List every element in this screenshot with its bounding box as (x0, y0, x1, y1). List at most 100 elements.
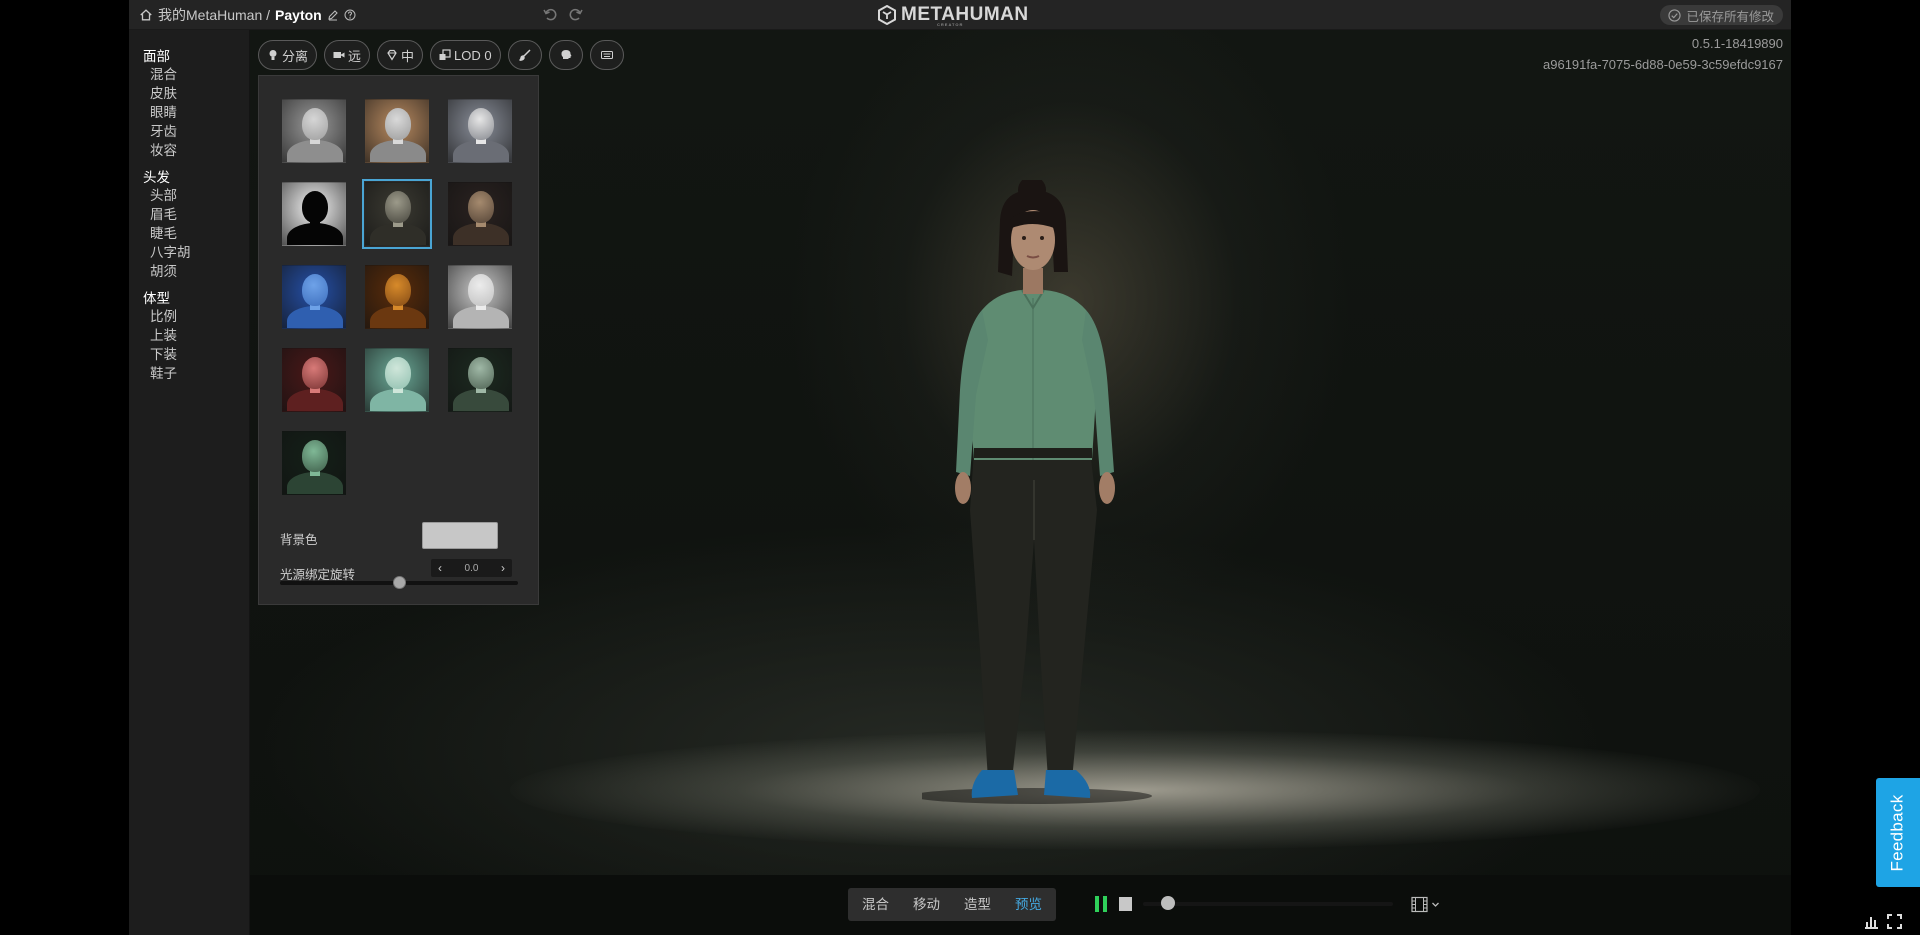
viewport-toolbar: 分离 远 中 LOD 0 (258, 40, 624, 70)
lighting-preset-thumbnail[interactable] (282, 182, 346, 246)
metahuman-character (922, 180, 1152, 804)
lighting-panel: 背景色 光源绑定旋转 ‹ 0.0 › (258, 75, 539, 605)
nav-section-header[interactable]: 面部 (129, 48, 249, 65)
nav-item[interactable]: 混合 (129, 65, 249, 84)
mode-tab[interactable]: 造型 (952, 888, 1003, 921)
diamond-icon (387, 49, 397, 61)
nav-item[interactable]: 皮肤 (129, 84, 249, 103)
pause-bar-left (1095, 896, 1099, 912)
nav-item[interactable]: 八字胡 (129, 243, 249, 262)
lighting-preset-thumbnail[interactable] (365, 99, 429, 163)
metahuman-logo: METAHUMAN CREATOR (877, 4, 1029, 27)
left-nav: 面部 混合 皮肤 眼睛 牙齿 妆容头发 头部 眉毛 睫毛 八字胡 胡须体型 比例 上装 下装 鞋子 (129, 30, 250, 935)
lighting-preset-thumbnail[interactable] (365, 348, 429, 412)
quality-button-label: 中 (401, 48, 415, 64)
help-icon[interactable] (344, 9, 356, 21)
nav-item[interactable]: 下装 (129, 345, 249, 364)
light-rotation-slider[interactable] (280, 576, 518, 589)
save-status-badge: 已保存所有修改 (1660, 5, 1783, 25)
lighting-button-label: 分离 (282, 48, 309, 64)
keyboard-icon (600, 51, 613, 59)
lighting-preset-thumbnail[interactable] (448, 99, 512, 163)
preset-figure-head (468, 191, 494, 223)
edit-icon[interactable] (327, 9, 339, 21)
stats-icon[interactable] (1864, 914, 1879, 929)
preset-figure-head (385, 274, 411, 306)
nav-item[interactable]: 眉毛 (129, 205, 249, 224)
character-viewport[interactable]: 0.5.1-18419890 a96191fa-7075-6d88-0e59-3… (250, 30, 1791, 935)
breadcrumb-home-link[interactable]: 我的MetaHuman / (158, 5, 270, 25)
nav-item[interactable]: 妆容 (129, 141, 249, 160)
fullscreen-icon[interactable] (1887, 914, 1902, 929)
preset-figure-head (468, 108, 494, 140)
lighting-preset-thumbnail[interactable] (448, 348, 512, 412)
lod-button-label: LOD 0 (454, 47, 492, 63)
preset-figure-head (385, 357, 411, 389)
nav-section-header[interactable]: 体型 (129, 290, 249, 307)
lighting-preset-thumbnail[interactable] (448, 265, 512, 329)
redo-icon[interactable] (568, 6, 584, 22)
keyboard-shortcuts-button[interactable] (589, 40, 624, 70)
lighting-preset-thumbnail[interactable] (282, 348, 346, 412)
animation-select-button[interactable] (1411, 894, 1440, 914)
nav-item[interactable]: 鞋子 (129, 364, 249, 383)
lighting-button[interactable]: 分离 (258, 40, 318, 70)
undo-icon[interactable] (542, 6, 558, 22)
feedback-button[interactable]: Feedback (1876, 778, 1920, 887)
quality-button[interactable]: 中 (377, 40, 424, 70)
logo-subtext: CREATOR (937, 22, 964, 27)
top-bar: 我的MetaHuman / Payton METAHUMAN CREATOR 已… (129, 0, 1791, 30)
check-circle-icon (1668, 8, 1682, 22)
nav-item[interactable]: 胡须 (129, 262, 249, 281)
nav-item[interactable]: 上装 (129, 326, 249, 345)
brush-icon (519, 49, 531, 61)
stop-button[interactable] (1119, 897, 1132, 911)
preset-figure-head (385, 108, 411, 140)
lighting-preset-thumbnail[interactable] (282, 99, 346, 163)
lighting-presets (282, 99, 512, 495)
pause-bar-right (1103, 896, 1107, 912)
light-rotation-slider-handle[interactable] (392, 576, 406, 589)
nav-item[interactable]: 眼睛 (129, 103, 249, 122)
nav-item[interactable]: 牙齿 (129, 122, 249, 141)
lighting-preset-thumbnail[interactable] (365, 265, 429, 329)
mode-tab[interactable]: 预览 (1003, 888, 1054, 921)
head-profile-icon (561, 50, 572, 59)
head-view-button[interactable] (548, 40, 583, 70)
preset-figure-head (302, 440, 328, 472)
mode-tab[interactable]: 移动 (901, 888, 952, 921)
camera-button[interactable]: 远 (324, 40, 371, 70)
preset-figure-head (302, 108, 328, 140)
save-status-text: 已保存所有修改 (1686, 9, 1774, 24)
preset-figure-head (385, 191, 411, 223)
preset-figure-head (468, 357, 494, 389)
animation-timeline[interactable] (1143, 896, 1393, 910)
background-color-swatch[interactable] (422, 522, 498, 549)
film-icon (1411, 896, 1428, 912)
lod-button[interactable]: LOD 0 (430, 40, 501, 70)
lighting-preset-thumbnail[interactable] (282, 265, 346, 329)
chevron-left-icon[interactable]: ‹ (431, 561, 449, 575)
sculpt-tool-button[interactable] (507, 40, 542, 70)
lighting-preset-thumbnail[interactable] (282, 431, 346, 495)
lighting-preset-thumbnail[interactable] (448, 182, 512, 246)
pause-button[interactable] (1095, 896, 1111, 913)
mode-tab[interactable]: 混合 (850, 888, 901, 921)
camera-button-label: 远 (348, 48, 362, 64)
light-rotation-stepper: ‹ 0.0 › (431, 559, 512, 577)
nav-section-header[interactable]: 头发 (129, 169, 249, 186)
nav-item[interactable]: 比例 (129, 307, 249, 326)
build-version: 0.5.1-18419890 (1691, 36, 1783, 51)
light-rotation-value[interactable]: 0.0 (465, 563, 479, 574)
logo-text: METAHUMAN (901, 4, 1029, 25)
lighting-preset-thumbnail[interactable] (362, 179, 432, 249)
nav-item[interactable]: 头部 (129, 186, 249, 205)
background-color-label: 背景色 (280, 533, 318, 547)
chevron-right-icon[interactable]: › (494, 561, 512, 575)
breadcrumb-current: Payton (275, 7, 322, 23)
home-icon[interactable] (139, 8, 153, 22)
camera-icon (333, 52, 345, 58)
nav-item[interactable]: 睫毛 (129, 224, 249, 243)
timeline-handle[interactable] (1161, 896, 1175, 910)
lod-icon (439, 49, 451, 60)
